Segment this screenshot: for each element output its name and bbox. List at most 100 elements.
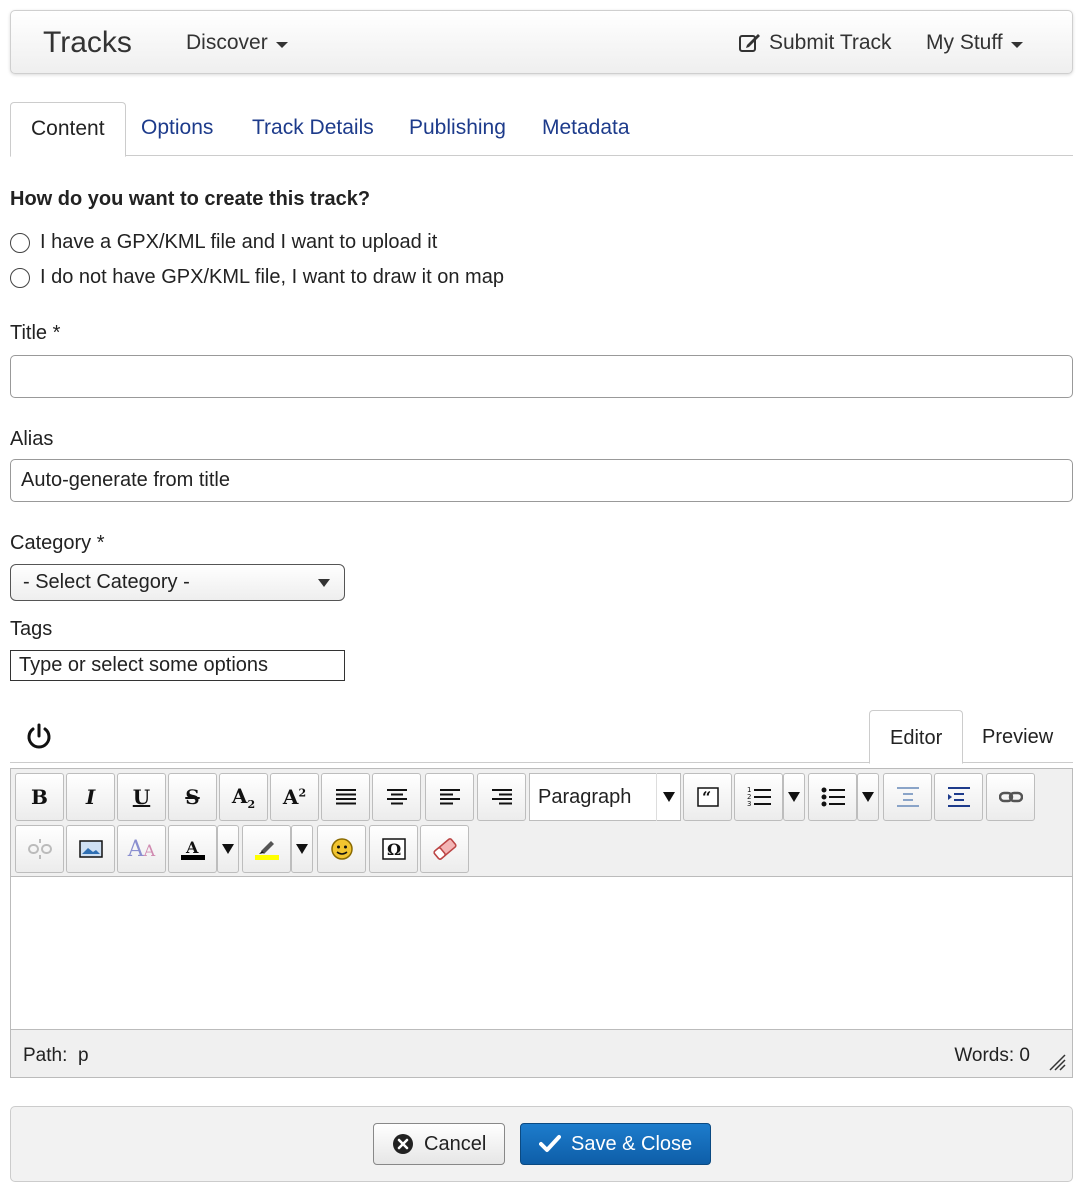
highlight-color-icon [254,841,279,860]
path-label: Path: [23,1045,68,1066]
category-select[interactable]: - Select Category - [10,564,345,601]
editor-statusbar: Path: p Words: 0 [11,1029,1072,1077]
dropdown-arrow-icon [296,844,308,854]
radio-button[interactable] [10,267,30,288]
bullet-list-icon [821,787,845,807]
underline-icon: U [132,785,151,809]
dropdown-arrow-icon [663,792,675,802]
bullet-list-dropdown[interactable] [857,773,879,821]
justify-button[interactable] [321,773,370,821]
tab-options[interactable]: Options [121,102,233,156]
svg-text:Ω: Ω [387,840,401,859]
editor-content-area[interactable] [11,877,1072,1029]
svg-text:“: “ [702,788,711,807]
unlink-button[interactable] [15,825,64,873]
blockquote-button[interactable]: “ [683,773,732,821]
title-input[interactable] [10,355,1073,398]
dropdown-arrow-icon [318,579,330,587]
link-icon [998,791,1023,803]
svg-text:3: 3 [747,800,751,808]
chevron-down-icon [1010,41,1023,48]
italic-button[interactable]: I [66,773,115,821]
word-count: Words: 0 [954,1045,1030,1066]
indent-button[interactable] [934,773,983,821]
form-actions-bar: Cancel Save & Close [10,1106,1073,1182]
format-dropdown-arrow[interactable] [656,773,681,821]
save-close-button[interactable]: Save & Close [520,1123,712,1165]
cancel-button[interactable]: Cancel [373,1123,506,1165]
outdent-button[interactable] [883,773,932,821]
numbered-list-button[interactable]: 123 [734,773,783,821]
align-justify-icon [335,789,356,805]
image-button[interactable] [66,825,115,873]
align-right-button[interactable] [477,773,526,821]
align-center-button[interactable] [372,773,421,821]
svg-text:A: A [185,838,199,857]
tags-input[interactable]: Type or select some options [10,650,345,681]
my-stuff-menu[interactable]: My Stuff [926,31,1023,55]
emoticon-button[interactable] [317,825,366,873]
submit-track-link[interactable]: Submit Track [739,31,892,55]
tab-publishing[interactable]: Publishing [389,102,526,156]
numbered-list-dropdown[interactable] [783,773,805,821]
cancel-label: Cancel [424,1132,487,1155]
underline-button[interactable]: U [117,773,166,821]
dropdown-arrow-icon [222,844,234,854]
discover-menu[interactable]: Discover [186,31,288,55]
special-character-button[interactable]: Ω [369,825,418,873]
text-color-dropdown[interactable] [217,825,239,873]
element-path: Path: p [23,1045,89,1067]
chevron-down-icon [275,41,288,48]
title-label: Title * [10,322,61,344]
bold-button[interactable]: B [15,773,64,821]
radio-button[interactable] [10,232,30,253]
radio-upload-label: I have a GPX/KML file and I want to uplo… [40,231,438,253]
link-button[interactable] [986,773,1035,821]
discover-label: Discover [186,31,268,54]
save-close-label: Save & Close [571,1132,693,1155]
tab-content[interactable]: Content [10,102,126,157]
clear-formatting-button[interactable] [420,825,469,873]
highlight-color-button[interactable] [242,825,291,873]
path-value[interactable]: p [78,1045,89,1066]
text-color-button[interactable]: A [168,825,217,873]
align-left-icon [439,789,460,805]
alias-input[interactable]: Auto-generate from title [10,459,1073,502]
image-icon [78,840,103,858]
emoticon-icon [330,838,353,860]
eraser-icon [432,838,457,860]
tab-preview[interactable]: Preview [962,710,1073,763]
radio-option-draw[interactable]: I do not have GPX/KML file, I want to dr… [10,266,504,289]
top-navbar: Tracks Discover Submit Track My Stuff [10,10,1073,74]
tags-label: Tags [10,618,53,640]
font-size-button[interactable]: AA [117,825,166,873]
check-icon [539,1135,561,1152]
format-value: Paragraph [538,786,632,808]
tab-track-details[interactable]: Track Details [232,102,394,156]
highlight-color-dropdown[interactable] [291,825,313,873]
bullet-list-button[interactable] [808,773,857,821]
subscript-icon: A2 [231,783,256,811]
brand-title[interactable]: Tracks [43,26,132,60]
radio-draw-label: I do not have GPX/KML file, I want to dr… [40,266,504,288]
align-right-icon [491,789,512,805]
resize-handle-icon[interactable] [1048,1053,1066,1071]
tab-metadata[interactable]: Metadata [522,102,650,156]
numbered-list-icon: 123 [747,786,771,808]
editor-toolbar: B I U S A2 A2 Paragraph “ 123 AA A Ω [11,769,1072,877]
align-center-icon [386,789,407,805]
rich-text-editor: B I U S A2 A2 Paragraph “ 123 AA A Ω Pat… [10,768,1073,1078]
power-toggle-icon[interactable] [24,722,54,752]
tab-editor[interactable]: Editor [869,710,964,764]
subscript-button[interactable]: A2 [219,773,268,821]
radio-option-upload[interactable]: I have a GPX/KML file and I want to uplo… [10,231,437,254]
dropdown-arrow-icon [862,792,874,802]
superscript-button[interactable]: A2 [270,773,319,821]
submit-track-label: Submit Track [769,31,892,54]
strikethrough-button[interactable]: S [168,773,217,821]
align-left-button[interactable] [425,773,474,821]
strikethrough-icon: S [185,785,200,809]
alias-label: Alias [10,428,54,450]
font-size-icon: AA [127,836,156,862]
superscript-icon: A2 [282,785,307,809]
